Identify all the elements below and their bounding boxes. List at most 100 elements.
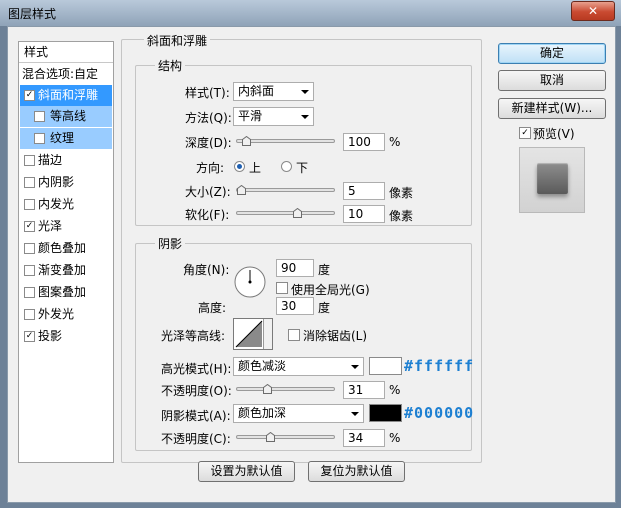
texture-checkbox[interactable] bbox=[34, 133, 45, 144]
global-light-checkbox[interactable] bbox=[276, 282, 288, 294]
size-slider-thumb[interactable] bbox=[237, 185, 246, 195]
sidebar-item-color-overlay[interactable]: 颜色叠加 bbox=[20, 238, 112, 259]
inner-glow-checkbox[interactable] bbox=[24, 199, 35, 210]
soften-slider-track[interactable] bbox=[236, 211, 335, 215]
color-overlay-checkbox[interactable] bbox=[24, 243, 35, 254]
stroke-checkbox[interactable] bbox=[24, 155, 35, 166]
angle-input[interactable]: 90 bbox=[276, 259, 314, 277]
blend-options-label: 混合选项:自定 bbox=[22, 67, 99, 81]
sidebar-item-label: 描边 bbox=[38, 153, 63, 167]
sidebar-item-label: 外发光 bbox=[38, 307, 75, 321]
global-light-label: 使用全局光(G) bbox=[291, 283, 370, 297]
direction-down-label: 下 bbox=[296, 161, 309, 175]
antialias-checkbox[interactable] bbox=[288, 329, 300, 341]
styles-list: 样式 混合选项:自定 ✓ 斜面和浮雕 等高线 纹理 描边 内阴影 内发光 ✓ 光… bbox=[18, 41, 114, 463]
shadow-color-swatch[interactable] bbox=[369, 404, 402, 422]
sidebar-item-inner-shadow[interactable]: 内阴影 bbox=[20, 172, 112, 193]
ok-button[interactable]: 确定 bbox=[498, 43, 606, 64]
shadow-opacity-label: 不透明度(C): bbox=[161, 432, 231, 446]
outer-glow-checkbox[interactable] bbox=[24, 309, 35, 320]
angle-dial[interactable] bbox=[234, 266, 266, 298]
antialias-label: 消除锯齿(L) bbox=[303, 329, 368, 343]
gradient-overlay-checkbox[interactable] bbox=[24, 265, 35, 276]
chevron-down-icon bbox=[301, 90, 309, 94]
blend-options-item[interactable]: 混合选项:自定 bbox=[20, 64, 112, 85]
sidebar-item-contour[interactable]: 等高线 bbox=[20, 106, 112, 127]
structure-title: 结构 bbox=[155, 57, 186, 74]
size-input[interactable]: 5 bbox=[343, 182, 385, 200]
chevron-down-icon bbox=[263, 319, 272, 349]
sidebar-item-label: 内发光 bbox=[38, 197, 75, 211]
sidebar-item-outer-glow[interactable]: 外发光 bbox=[20, 304, 112, 325]
highlight-mode-select[interactable]: 颜色减淡 bbox=[233, 357, 364, 376]
shadow-opacity-track[interactable] bbox=[236, 435, 335, 439]
highlight-opacity-label: 不透明度(O): bbox=[161, 384, 232, 398]
depth-unit: % bbox=[389, 135, 401, 149]
close-button[interactable]: ✕ bbox=[571, 1, 615, 21]
altitude-input[interactable]: 30 bbox=[276, 297, 314, 315]
sidebar-item-pattern-overlay[interactable]: 图案叠加 bbox=[20, 282, 112, 303]
highlight-opacity-track[interactable] bbox=[236, 387, 335, 391]
angle-label: 角度(N): bbox=[183, 263, 230, 277]
window-title: 图层样式 bbox=[8, 7, 57, 21]
reset-default-button[interactable]: 复位为默认值 bbox=[308, 461, 405, 482]
technique-label: 方法(Q): bbox=[185, 111, 232, 125]
sidebar-item-texture[interactable]: 纹理 bbox=[20, 128, 112, 149]
sidebar-item-label: 内阴影 bbox=[38, 175, 75, 189]
depth-input[interactable]: 100 bbox=[343, 133, 385, 151]
soften-slider-thumb[interactable] bbox=[293, 208, 302, 218]
angle-unit: 度 bbox=[318, 263, 331, 277]
style-select[interactable]: 内斜面 bbox=[233, 82, 314, 101]
soften-label: 软化(F): bbox=[185, 208, 230, 222]
sidebar-item-label: 纹理 bbox=[50, 131, 75, 145]
pattern-overlay-checkbox[interactable] bbox=[24, 287, 35, 298]
chevron-down-icon bbox=[351, 412, 359, 416]
new-style-button[interactable]: 新建样式(W)... bbox=[498, 98, 606, 119]
sidebar-item-drop-shadow[interactable]: ✓ 投影 bbox=[20, 326, 112, 347]
sidebar-item-inner-glow[interactable]: 内发光 bbox=[20, 194, 112, 215]
preview-thumbnail bbox=[519, 147, 585, 213]
make-default-button[interactable]: 设置为默认值 bbox=[198, 461, 295, 482]
sidebar-item-label: 图案叠加 bbox=[38, 285, 87, 299]
shadow-opacity-thumb[interactable] bbox=[266, 432, 275, 442]
size-unit: 像素 bbox=[389, 186, 414, 200]
styles-header[interactable]: 样式 bbox=[19, 42, 113, 63]
satin-checkbox[interactable]: ✓ bbox=[24, 221, 35, 232]
technique-value: 平滑 bbox=[238, 109, 263, 123]
technique-select[interactable]: 平滑 bbox=[233, 107, 314, 126]
highlight-opacity-thumb[interactable] bbox=[263, 384, 272, 394]
highlight-opacity-input[interactable]: 31 bbox=[343, 381, 385, 399]
style-value: 内斜面 bbox=[238, 84, 275, 98]
bevel-checkbox[interactable]: ✓ bbox=[24, 90, 35, 101]
sidebar-item-gradient-overlay[interactable]: 渐变叠加 bbox=[20, 260, 112, 281]
depth-label: 深度(D): bbox=[185, 136, 232, 150]
chevron-down-icon bbox=[301, 115, 309, 119]
shadow-mode-select[interactable]: 颜色加深 bbox=[233, 404, 364, 423]
bevel-group-title: 斜面和浮雕 bbox=[144, 32, 211, 49]
direction-up-radio[interactable] bbox=[234, 161, 245, 172]
direction-down-radio[interactable] bbox=[281, 161, 292, 172]
shadow-mode-label: 阴影模式(A): bbox=[161, 409, 231, 423]
depth-slider-thumb[interactable] bbox=[242, 136, 251, 146]
sidebar-item-stroke[interactable]: 描边 bbox=[20, 150, 112, 171]
drop-shadow-checkbox[interactable]: ✓ bbox=[24, 331, 35, 342]
shadow-mode-value: 颜色加深 bbox=[238, 406, 287, 420]
sidebar-item-satin[interactable]: ✓ 光泽 bbox=[20, 216, 112, 237]
contour-checkbox[interactable] bbox=[34, 111, 45, 122]
sidebar-item-bevel[interactable]: ✓ 斜面和浮雕 bbox=[20, 85, 112, 106]
size-slider-track[interactable] bbox=[236, 188, 335, 192]
cancel-button[interactable]: 取消 bbox=[498, 70, 606, 91]
gloss-contour-picker[interactable] bbox=[233, 318, 273, 350]
inner-shadow-checkbox[interactable] bbox=[24, 177, 35, 188]
soften-input[interactable]: 10 bbox=[343, 205, 385, 223]
title-bar[interactable]: 图层样式 ✕ bbox=[0, 0, 621, 26]
shadow-opacity-input[interactable]: 34 bbox=[343, 429, 385, 447]
highlight-mode-value: 颜色减淡 bbox=[238, 359, 287, 373]
soften-unit: 像素 bbox=[389, 209, 414, 223]
highlight-opacity-unit: % bbox=[389, 383, 401, 397]
shadow-hex: #000000 bbox=[404, 404, 475, 422]
highlight-color-swatch[interactable] bbox=[369, 357, 402, 375]
preview-checkbox[interactable]: ✓ bbox=[519, 127, 531, 139]
chevron-down-icon bbox=[351, 365, 359, 369]
sidebar-item-label: 颜色叠加 bbox=[38, 241, 87, 255]
